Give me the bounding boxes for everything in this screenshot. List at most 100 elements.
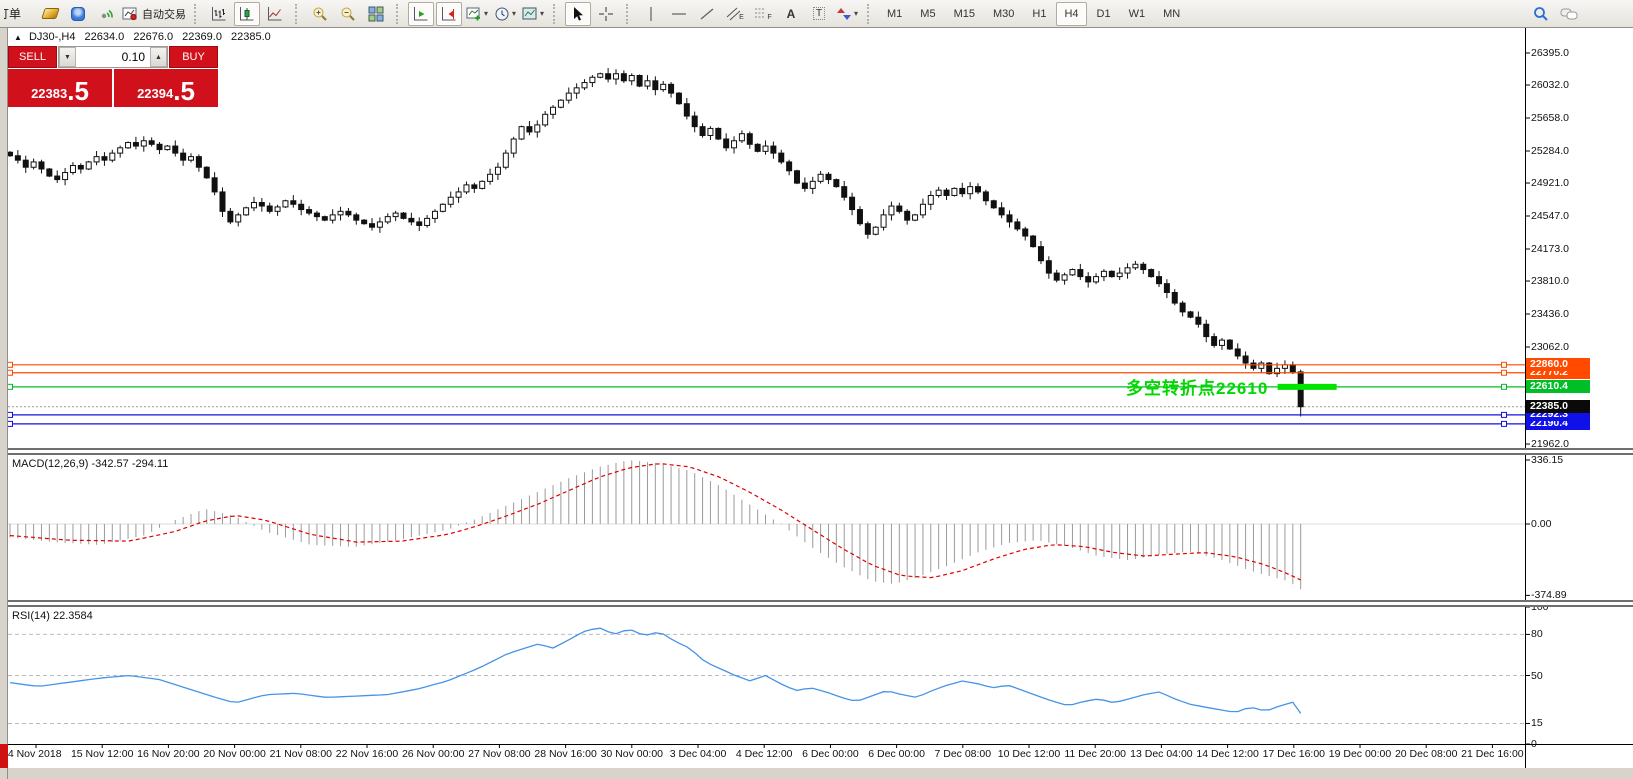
auto-scroll-button[interactable] (408, 2, 434, 26)
text-label-icon: T (813, 7, 825, 20)
buy-price-fraction: .5 (173, 78, 195, 104)
gold-bar-icon (41, 8, 60, 19)
toolbar-grip (626, 4, 633, 24)
periods-button[interactable]: ▾ (492, 2, 518, 26)
price-tick-label: 23436.0 (1531, 308, 1569, 320)
line-chart-icon (267, 6, 283, 22)
high-value: 22676.0 (133, 31, 173, 43)
community-button[interactable] (65, 2, 91, 26)
macd-tick-label: 336.15 (1531, 454, 1563, 466)
price-tick-label: 24173.0 (1531, 243, 1569, 255)
price-tick-label: 23810.0 (1531, 275, 1569, 287)
templates-button[interactable]: ▾ (520, 2, 546, 26)
zoom-out-button[interactable] (335, 2, 361, 26)
zoom-in-icon (312, 6, 328, 22)
cursor-icon (570, 6, 586, 22)
candlestick-chart-button[interactable] (234, 2, 260, 26)
volume-decrease-button[interactable]: ▼ (59, 47, 76, 67)
tab-h4[interactable]: H4 (1056, 2, 1086, 26)
trendline-button[interactable] (694, 2, 720, 26)
trend-annotation[interactable]: 多空转折点22610 (1126, 374, 1268, 399)
price-tag: 22860.0 (1526, 358, 1590, 371)
volume-input[interactable] (76, 47, 150, 67)
bar-chart-button[interactable] (206, 2, 232, 26)
indicators-button[interactable]: ▾ (464, 2, 490, 26)
search-button[interactable] (1528, 2, 1554, 26)
text-label-button[interactable]: T (806, 2, 832, 26)
chart-shift-icon (441, 6, 457, 22)
gutter-marker (0, 744, 8, 768)
rsi-tick-label: 80 (1531, 628, 1543, 640)
cursor-button[interactable] (565, 2, 591, 26)
fibonacci-button[interactable]: F (750, 2, 776, 26)
time-tick-label: 21 Dec 16:00 (1452, 748, 1532, 760)
price-tick-label: 25658.0 (1531, 112, 1569, 124)
dropdown-icon: ▾ (484, 9, 488, 18)
rsi-label: RSI(14) 22.3584 (12, 610, 93, 622)
toolbar-grip (396, 4, 403, 24)
line-chart-button[interactable] (262, 2, 288, 26)
price-tick-label: 24547.0 (1531, 210, 1569, 222)
price-tick-label: 24921.0 (1531, 177, 1569, 189)
macd-panel[interactable] (8, 455, 1633, 600)
horizontal-line-button[interactable] (666, 2, 692, 26)
toolbar-grip (867, 4, 874, 24)
left-gutter (0, 28, 8, 779)
panel-divider[interactable] (8, 448, 1633, 455)
price-tag: 22385.0 (1526, 400, 1590, 413)
search-icon (1533, 6, 1549, 22)
tab-w1[interactable]: W1 (1121, 2, 1154, 26)
buy-price-box[interactable]: 22394.5 (114, 69, 218, 107)
main-chart-panel[interactable] (8, 28, 1633, 448)
autotrade-label: 自动交易 (142, 6, 186, 22)
panel-divider[interactable] (8, 600, 1633, 607)
signals-button[interactable] (93, 2, 119, 26)
templates-icon (522, 6, 538, 22)
candlestick-chart-icon (239, 6, 255, 22)
sell-button[interactable]: SELL (8, 46, 57, 68)
sell-price-box[interactable]: 22383.5 (8, 69, 112, 107)
tab-mn[interactable]: MN (1155, 2, 1188, 26)
autotrade-button[interactable]: 自动交易 (121, 2, 187, 26)
buy-button[interactable]: BUY (169, 46, 218, 68)
zoom-in-button[interactable] (307, 2, 333, 26)
close-value: 22385.0 (231, 31, 271, 43)
bottom-strip (0, 768, 1633, 779)
rsi-panel[interactable] (8, 607, 1633, 744)
dropdown-icon: ▾ (540, 9, 544, 18)
chart-shift-button[interactable] (436, 2, 462, 26)
price-tick-label: 26395.0 (1531, 47, 1569, 59)
sell-price-fraction: .5 (67, 78, 89, 104)
volume-increase-button[interactable]: ▲ (150, 47, 167, 67)
price-axis-line (1525, 28, 1526, 768)
tab-m15[interactable]: M15 (946, 2, 983, 26)
bar-chart-icon (211, 6, 227, 22)
tab-d1[interactable]: D1 (1089, 2, 1119, 26)
vertical-line-button[interactable] (638, 2, 664, 26)
equidistant-channel-button[interactable]: E (722, 2, 748, 26)
text-icon: A (787, 7, 796, 21)
arrows-button[interactable]: ▾ (834, 2, 860, 26)
price-tag: 22610.4 (1526, 380, 1590, 393)
tab-m5[interactable]: M5 (912, 2, 943, 26)
toolbar-grip (194, 4, 201, 24)
market-button[interactable] (37, 2, 63, 26)
collapse-panel-icon[interactable]: ▲ (14, 33, 22, 42)
clock-icon (494, 6, 510, 22)
text-button[interactable]: A (778, 2, 804, 26)
tile-windows-button[interactable] (363, 2, 389, 26)
new-order-button[interactable]: 订单 (3, 2, 35, 26)
tab-h1[interactable]: H1 (1024, 2, 1054, 26)
price-tick-label: 23062.0 (1531, 341, 1569, 353)
rsi-tick-label: 50 (1531, 670, 1543, 682)
fibo-letter: F (767, 14, 771, 21)
tab-m1[interactable]: M1 (879, 2, 910, 26)
tile-windows-icon (368, 6, 384, 22)
tab-m30[interactable]: M30 (985, 2, 1022, 26)
chat-button[interactable] (1556, 2, 1582, 26)
new-order-label: 订单 (3, 5, 21, 22)
one-click-trade-panel: SELL ▼ ▲ BUY 22383.5 22394.5 (8, 46, 218, 107)
crosshair-icon (598, 6, 614, 22)
price-tick-label: 26032.0 (1531, 79, 1569, 91)
crosshair-button[interactable] (593, 2, 619, 26)
